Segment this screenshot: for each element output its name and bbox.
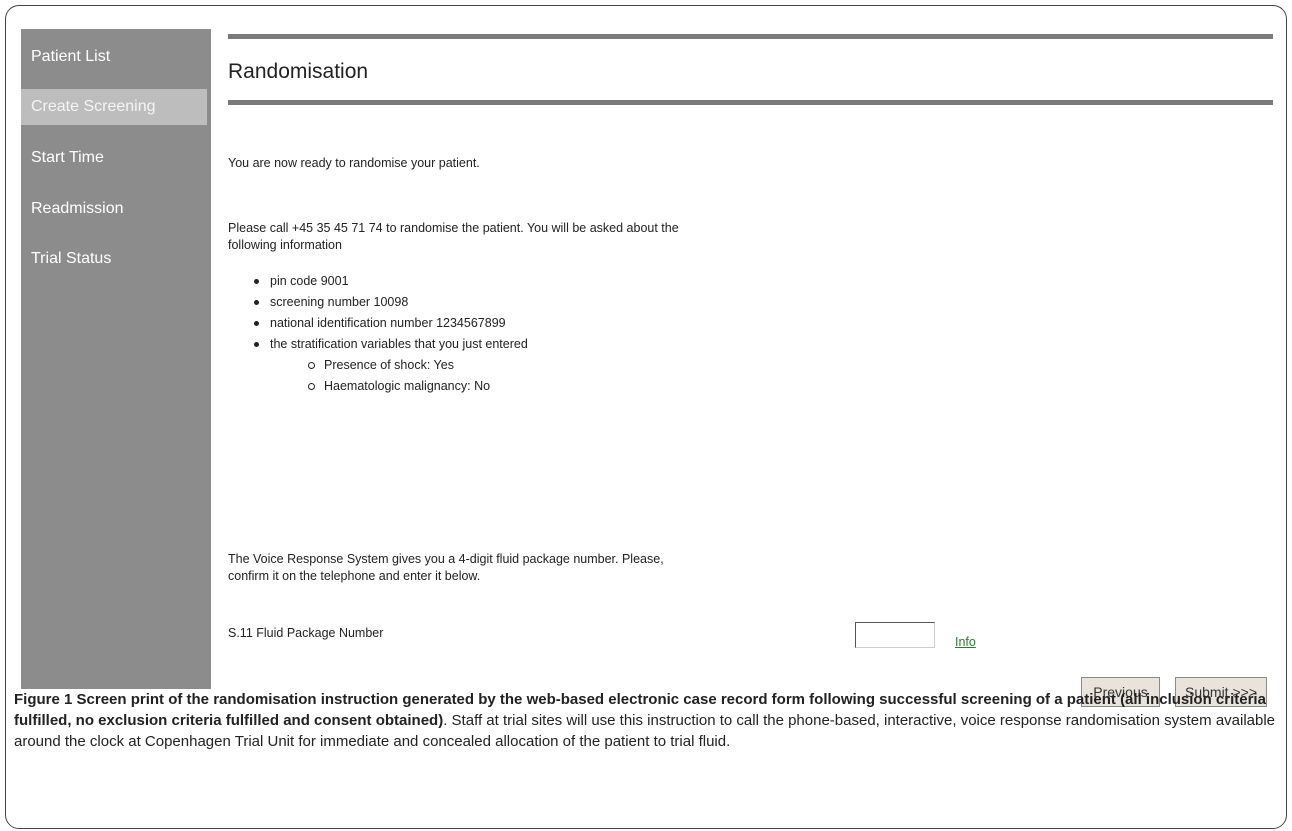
circle-bullet-icon	[308, 362, 315, 369]
circle-bullet-icon	[308, 383, 315, 390]
fluid-package-label: S.11 Fluid Package Number	[228, 626, 384, 640]
sidebar-item-create-screening[interactable]: Create Screening	[21, 89, 207, 125]
title-rule-bottom	[228, 100, 1273, 105]
call-instructions-line2: following information	[228, 238, 342, 252]
figure-caption: Figure 1 Screen print of the randomisati…	[14, 689, 1276, 752]
call-instructions-line1: Please call +45 35 45 71 74 to randomise…	[228, 221, 679, 235]
list-item-text: pin code 9001	[270, 274, 349, 288]
sub-list-item-text: Presence of shock: Yes	[324, 358, 454, 372]
bullet-icon	[254, 300, 259, 305]
voice-response-line1: The Voice Response System gives you a 4-…	[228, 552, 664, 566]
sub-list-item: Haematologic malignancy: No	[308, 376, 528, 397]
list-item-text: national identification number 123456789…	[270, 316, 506, 330]
info-link[interactable]: Info	[955, 635, 976, 649]
sub-list-item: Presence of shock: Yes	[308, 355, 528, 376]
bullet-icon	[254, 342, 259, 347]
stratification-list: Presence of shock: Yes Haematologic mali…	[270, 355, 528, 397]
list-item-text: the stratification variables that you ju…	[270, 337, 528, 351]
ready-text: You are now ready to randomise your pati…	[228, 156, 480, 170]
sidebar: Patient List Create Screening Start Time…	[21, 29, 211, 689]
sidebar-item-readmission[interactable]: Readmission	[21, 191, 207, 227]
sidebar-item-patient-list[interactable]: Patient List	[21, 39, 207, 75]
bullet-icon	[254, 321, 259, 326]
list-item: pin code 9001	[254, 271, 528, 292]
sidebar-item-trial-status[interactable]: Trial Status	[21, 241, 207, 277]
list-item: the stratification variables that you ju…	[254, 334, 528, 397]
list-item: national identification number 123456789…	[254, 313, 528, 334]
list-item-text: screening number 10098	[270, 295, 409, 309]
fluid-package-number-input[interactable]	[855, 622, 935, 648]
sub-list-item-text: Haematologic malignancy: No	[324, 379, 491, 393]
bullet-icon	[254, 279, 259, 284]
list-item: screening number 10098	[254, 292, 528, 313]
info-list: pin code 9001 screening number 10098 nat…	[254, 271, 528, 397]
main-content: Randomisation You are now ready to rando…	[228, 29, 1273, 707]
title-rule-top	[228, 34, 1273, 39]
sidebar-item-start-time[interactable]: Start Time	[21, 140, 207, 176]
page-title: Randomisation	[228, 60, 369, 83]
voice-response-line2: confirm it on the telephone and enter it…	[228, 569, 481, 583]
